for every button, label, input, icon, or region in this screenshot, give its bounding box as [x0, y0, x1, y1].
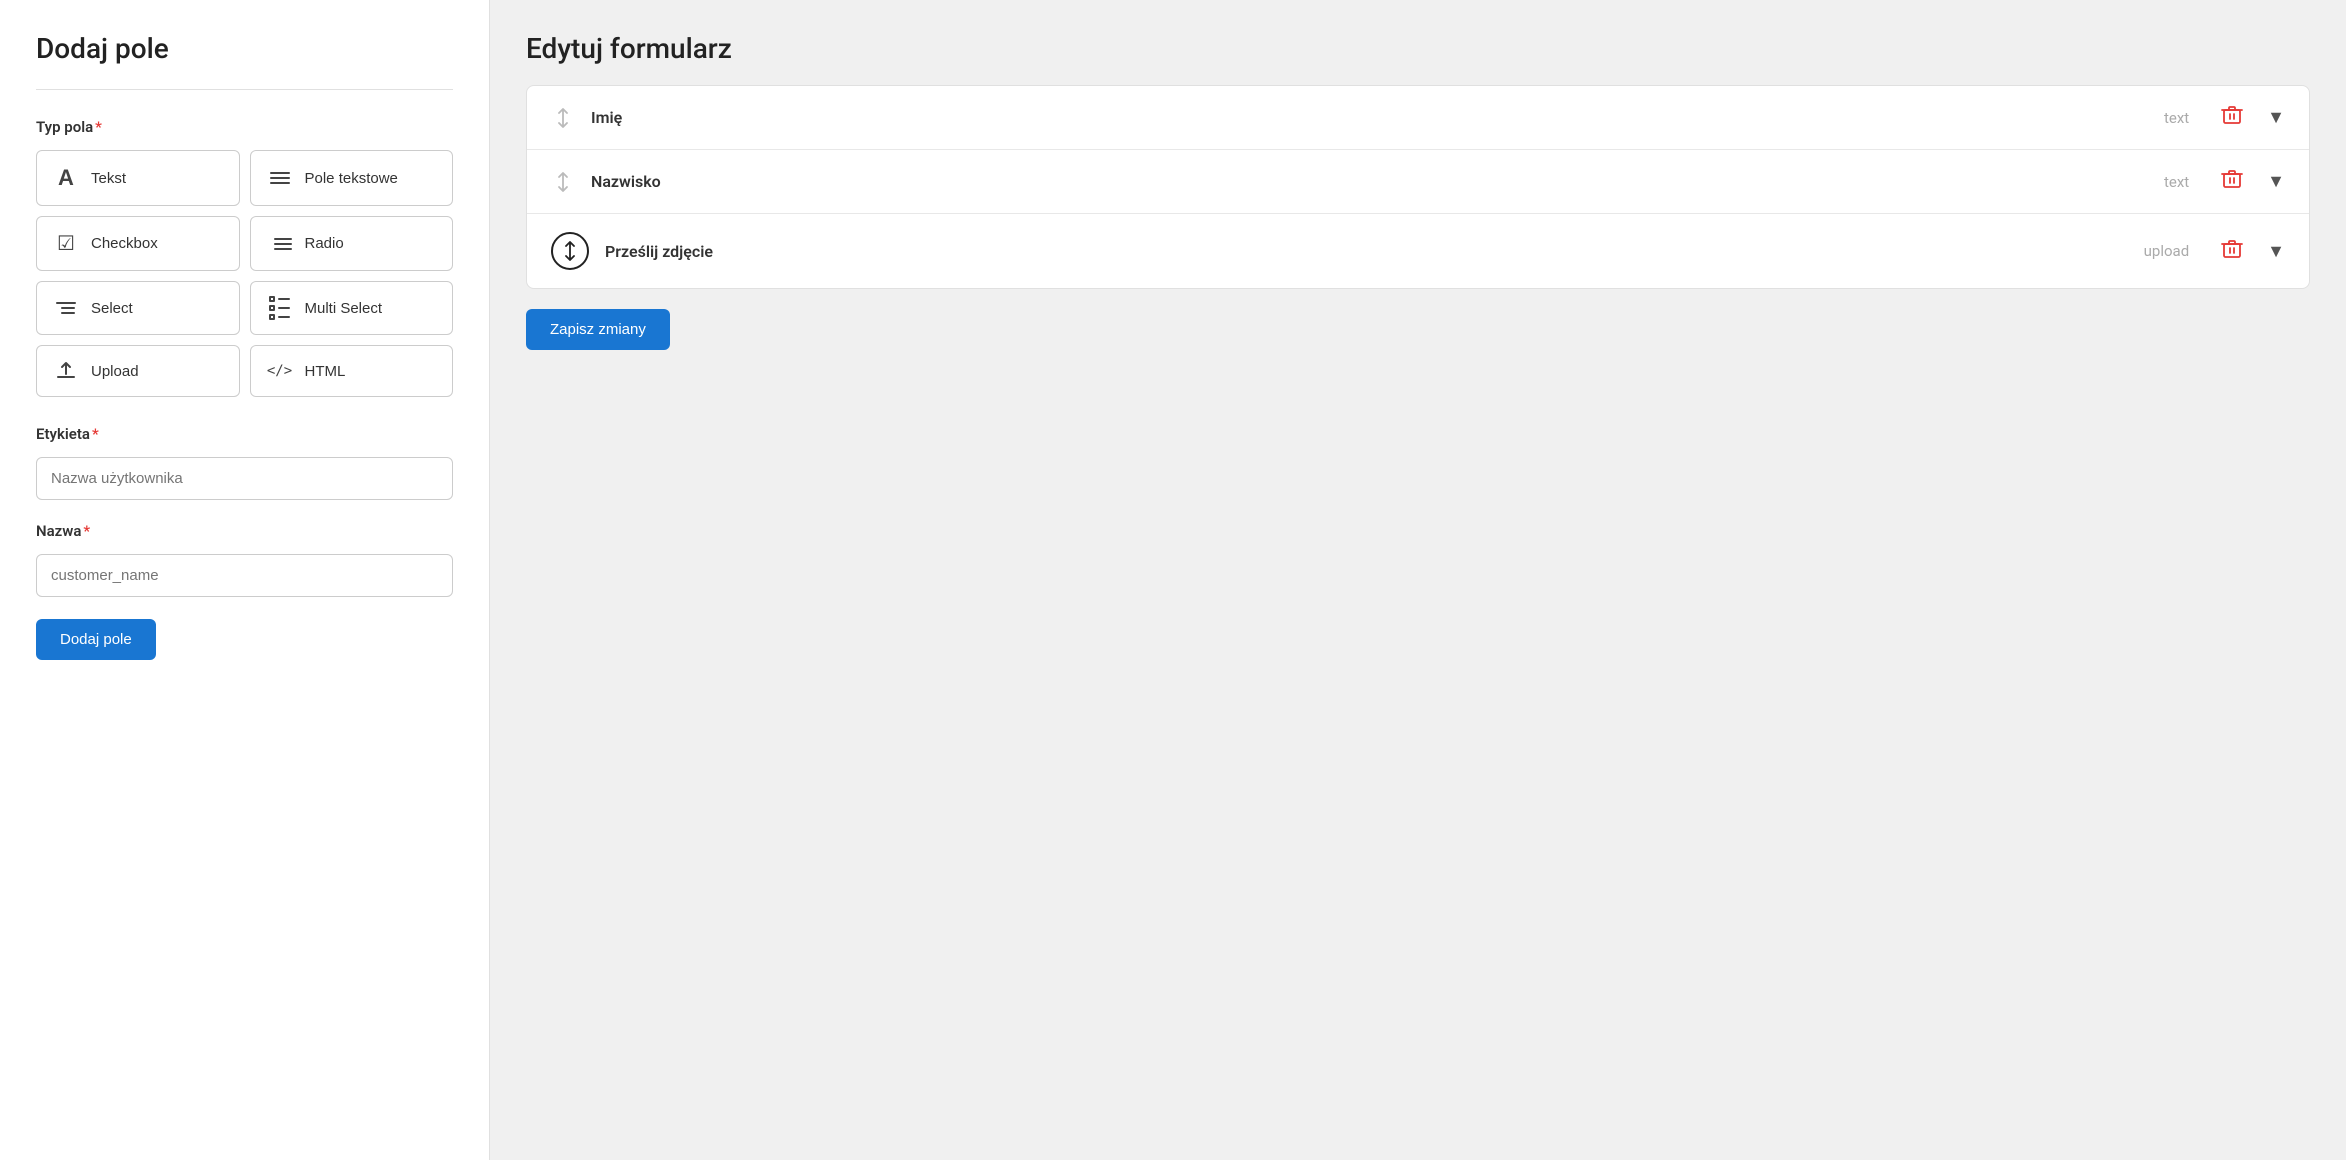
form-row-imie: Imię text ▼ [527, 86, 2309, 150]
field-type-pole-tekstowe[interactable]: Pole tekstowe [250, 150, 454, 206]
multi-select-icon [267, 296, 293, 320]
sort-icon-nazwisko[interactable] [551, 171, 575, 193]
right-panel: Edytuj formularz Imię text ▼ [490, 0, 2346, 1160]
field-type-radio[interactable]: Radio [250, 216, 454, 271]
field-type-multi-select-label: Multi Select [305, 300, 383, 317]
etykieta-input[interactable] [36, 457, 453, 500]
nazwa-label: Nazwa* [36, 522, 453, 540]
delete-icon-imie[interactable] [2221, 104, 2243, 131]
select-icon [53, 302, 79, 314]
right-panel-title: Edytuj formularz [526, 32, 2310, 65]
form-card: Imię text ▼ Nazwisko text [526, 85, 2310, 289]
field-type-pole-tekstowe-label: Pole tekstowe [305, 170, 398, 187]
field-type-multi-select[interactable]: Multi Select [250, 281, 454, 335]
left-panel: Dodaj pole Typ pola* A Tekst Pole teksto… [0, 0, 490, 1160]
sort-icon-imie[interactable] [551, 107, 575, 129]
row-type-nazwisko: text [2164, 173, 2189, 191]
tekst-icon: A [53, 165, 79, 191]
field-type-html-label: HTML [305, 363, 346, 380]
chevron-icon-przeslij[interactable]: ▼ [2267, 241, 2285, 262]
delete-icon-przeslij[interactable] [2221, 238, 2243, 265]
delete-icon-nazwisko[interactable] [2221, 168, 2243, 195]
row-label-przeslij: Prześlij zdjęcie [605, 242, 2128, 261]
add-field-button[interactable]: Dodaj pole [36, 619, 156, 660]
field-type-select[interactable]: Select [36, 281, 240, 335]
form-row-nazwisko: Nazwisko text ▼ [527, 150, 2309, 214]
form-row-przeslij: Prześlij zdjęcie upload ▼ [527, 214, 2309, 288]
html-icon: </> [267, 363, 293, 379]
field-type-label: Typ pola* [36, 118, 453, 136]
row-type-imie: text [2164, 109, 2189, 127]
divider [36, 89, 453, 90]
checkbox-icon: ☑ [53, 231, 79, 256]
radio-icon [267, 238, 293, 250]
field-type-upload-label: Upload [91, 363, 139, 380]
field-type-upload[interactable]: Upload [36, 345, 240, 397]
chevron-icon-nazwisko[interactable]: ▼ [2267, 171, 2285, 192]
field-type-html[interactable]: </> HTML [250, 345, 454, 397]
field-type-tekst[interactable]: A Tekst [36, 150, 240, 206]
field-type-tekst-label: Tekst [91, 170, 126, 187]
sort-icon-circle-przeslij[interactable] [551, 232, 589, 270]
field-type-checkbox-label: Checkbox [91, 235, 158, 252]
field-type-select-label: Select [91, 300, 133, 317]
etykieta-group: Etykieta* [36, 425, 453, 500]
save-changes-button[interactable]: Zapisz zmiany [526, 309, 670, 350]
left-panel-title: Dodaj pole [36, 32, 453, 65]
chevron-icon-imie[interactable]: ▼ [2267, 107, 2285, 128]
upload-icon [53, 360, 79, 382]
etykieta-label: Etykieta* [36, 425, 453, 443]
row-label-nazwisko: Nazwisko [591, 172, 2148, 191]
row-type-przeslij: upload [2144, 242, 2190, 260]
field-types-grid: A Tekst Pole tekstowe ☑ Checkbox Radio [36, 150, 453, 397]
row-label-imie: Imię [591, 108, 2148, 127]
nazwa-group: Nazwa* [36, 522, 453, 597]
field-type-radio-label: Radio [305, 235, 344, 252]
field-type-checkbox[interactable]: ☑ Checkbox [36, 216, 240, 271]
pole-tekstowe-icon [267, 172, 293, 184]
nazwa-input[interactable] [36, 554, 453, 597]
